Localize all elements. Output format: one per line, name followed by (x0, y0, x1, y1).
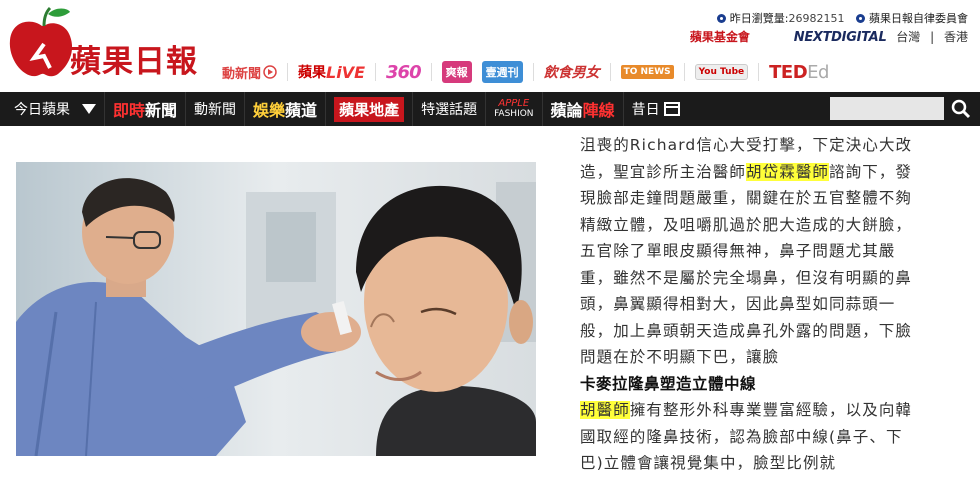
nav-archive-label: 昔日 (631, 102, 660, 118)
nav-today-label: 今日蘋果 (14, 102, 70, 118)
visitors-label: 昨日瀏覽量: (729, 12, 789, 25)
top-links: 昨日瀏覽量:26982151 蘋果日報自律委員會 (716, 10, 968, 26)
main-nav: 今日蘋果 即時 新聞 動新聞 娛樂 蘋道 蘋果地產 特選話題 APPLE FASHIO… (0, 92, 980, 126)
nav-breaking-news[interactable]: 即時 新聞 (105, 92, 187, 126)
nav-fashion-label: FASHION (494, 109, 534, 119)
divider (758, 63, 760, 81)
region-hongkong-link[interactable]: 香港 (944, 30, 968, 44)
article-paragraph: 胡醫師擁有整形外科專業豐富經驗，以及向韓國取經的隆鼻技術，認為臉部中線(鼻子、下… (580, 397, 925, 477)
article-text: 擁有整形外科專業豐富經驗，以及向韓國取經的隆鼻技術，認為臉部中線(鼻子、下巴)立… (580, 401, 913, 472)
site-logo-text: 蘋果日報 (70, 44, 198, 80)
nav-opinion[interactable]: 蘋論 陣線 (543, 92, 624, 126)
nav-breaking-label: 新聞 (145, 101, 178, 120)
nav-property[interactable]: 蘋果地產 (334, 96, 405, 122)
channel-next-magazine[interactable]: 壹週刊 (481, 61, 523, 83)
ed-label: Ed (807, 61, 829, 83)
channel-eat-and-travel[interactable]: 飲食男女 (544, 62, 600, 82)
channel-apple-live[interactable]: 蘋果 LiVE (298, 62, 365, 82)
doctor-examining-patient-photo (16, 162, 536, 456)
article-subheading: 卡麥拉隆鼻塑造立體中線 (580, 374, 757, 393)
channel-to-news[interactable]: TO NEWS (620, 65, 674, 79)
nav-topics[interactable]: 特選話題 (413, 92, 487, 126)
nav-property-wrap: 蘋果地產 (326, 92, 414, 126)
doctor-name-highlight[interactable]: 胡醫師 (580, 401, 630, 419)
divider (532, 63, 534, 81)
doctor-name-highlight[interactable]: 胡岱霖醫師 (746, 162, 830, 181)
info-dot-icon (716, 14, 726, 23)
channel-sharp-daily[interactable]: 爽報 (441, 61, 472, 83)
channel-links: 動新聞 蘋果 LiVE 360 爽報 壹週刊 飲食男女 TO NEWS You T… (222, 58, 839, 86)
play-icon (263, 65, 277, 79)
calendar-icon (663, 102, 680, 116)
apple-fund-link[interactable]: 蘋果基金會 (690, 30, 750, 44)
nextdigital-logo[interactable]: NEXTDIGITAL (794, 30, 887, 45)
nav-ent-label: 蘋道 (285, 101, 318, 120)
article-photo (16, 162, 536, 456)
site-header: 蘋果日報 昨日瀏覽量:26982151 蘋果日報自律委員會 蘋果基金會 NEXT… (0, 0, 980, 92)
nav-opinion-label: 蘋論 (550, 101, 583, 120)
nav-entertainment[interactable]: 娛樂 蘋道 (245, 92, 327, 126)
search-icon (951, 99, 971, 119)
ted-label: TED (769, 61, 808, 83)
channel-live-label: LiVE (326, 62, 366, 82)
nav-fashion-brand: APPLE (498, 98, 530, 109)
nav-breaking-prefix: 即時 (113, 101, 146, 120)
channel-360[interactable]: 360 (386, 62, 422, 83)
network-links: 蘋果基金會 NEXTDIGITAL 台灣 | 香港 (690, 28, 968, 45)
divider (683, 63, 685, 81)
nav-archive[interactable]: 昔日 (624, 92, 688, 126)
channel-live-prefix: 蘋果 (298, 65, 327, 81)
nav-fashion[interactable]: APPLE FASHION (486, 92, 543, 126)
dropdown-caret-icon (82, 104, 96, 114)
search-button[interactable] (948, 96, 974, 122)
divider (287, 63, 289, 81)
divider (430, 63, 432, 81)
nav-motion-news[interactable]: 動新聞 (186, 92, 246, 126)
divider (609, 63, 611, 81)
channel-motion-news[interactable]: 動新聞 (222, 63, 277, 82)
article-paragraph: 沮喪的Richard信心大受打擊，下定決心大改造，聖宜診所主治醫師胡岱霖醫師諮詢… (580, 132, 925, 371)
channel-motion-label: 動新聞 (222, 66, 262, 82)
channel-ted-ed[interactable]: TED Ed (769, 62, 829, 83)
divider (375, 63, 377, 81)
region-divider: | (930, 30, 935, 44)
article-text: 諮詢下，發現臉部走鐘問題嚴重，關鍵在於五官整體不夠精緻立體，及咀嚼肌過於肥大造成… (580, 162, 913, 367)
info-dot-icon (856, 14, 865, 23)
region-taiwan-link[interactable]: 台灣 (896, 30, 920, 44)
nav-ent-prefix: 娛樂 (253, 101, 286, 120)
ethics-committee-link[interactable]: 蘋果日報自律委員會 (869, 12, 968, 25)
site-logo[interactable]: 蘋果日報 (4, 2, 204, 88)
visitors-count: 26982151 (788, 12, 845, 25)
channel-youtube[interactable]: You Tube (694, 64, 749, 80)
article-body: 沮喪的Richard信心大受打擊，下定決心大改造，聖宜診所主治醫師胡岱霖醫師諮詢… (580, 132, 925, 477)
search-input[interactable] (830, 97, 944, 120)
nav-opinion-suffix: 陣線 (582, 101, 615, 120)
nav-today-apple[interactable]: 今日蘋果 (0, 92, 105, 126)
